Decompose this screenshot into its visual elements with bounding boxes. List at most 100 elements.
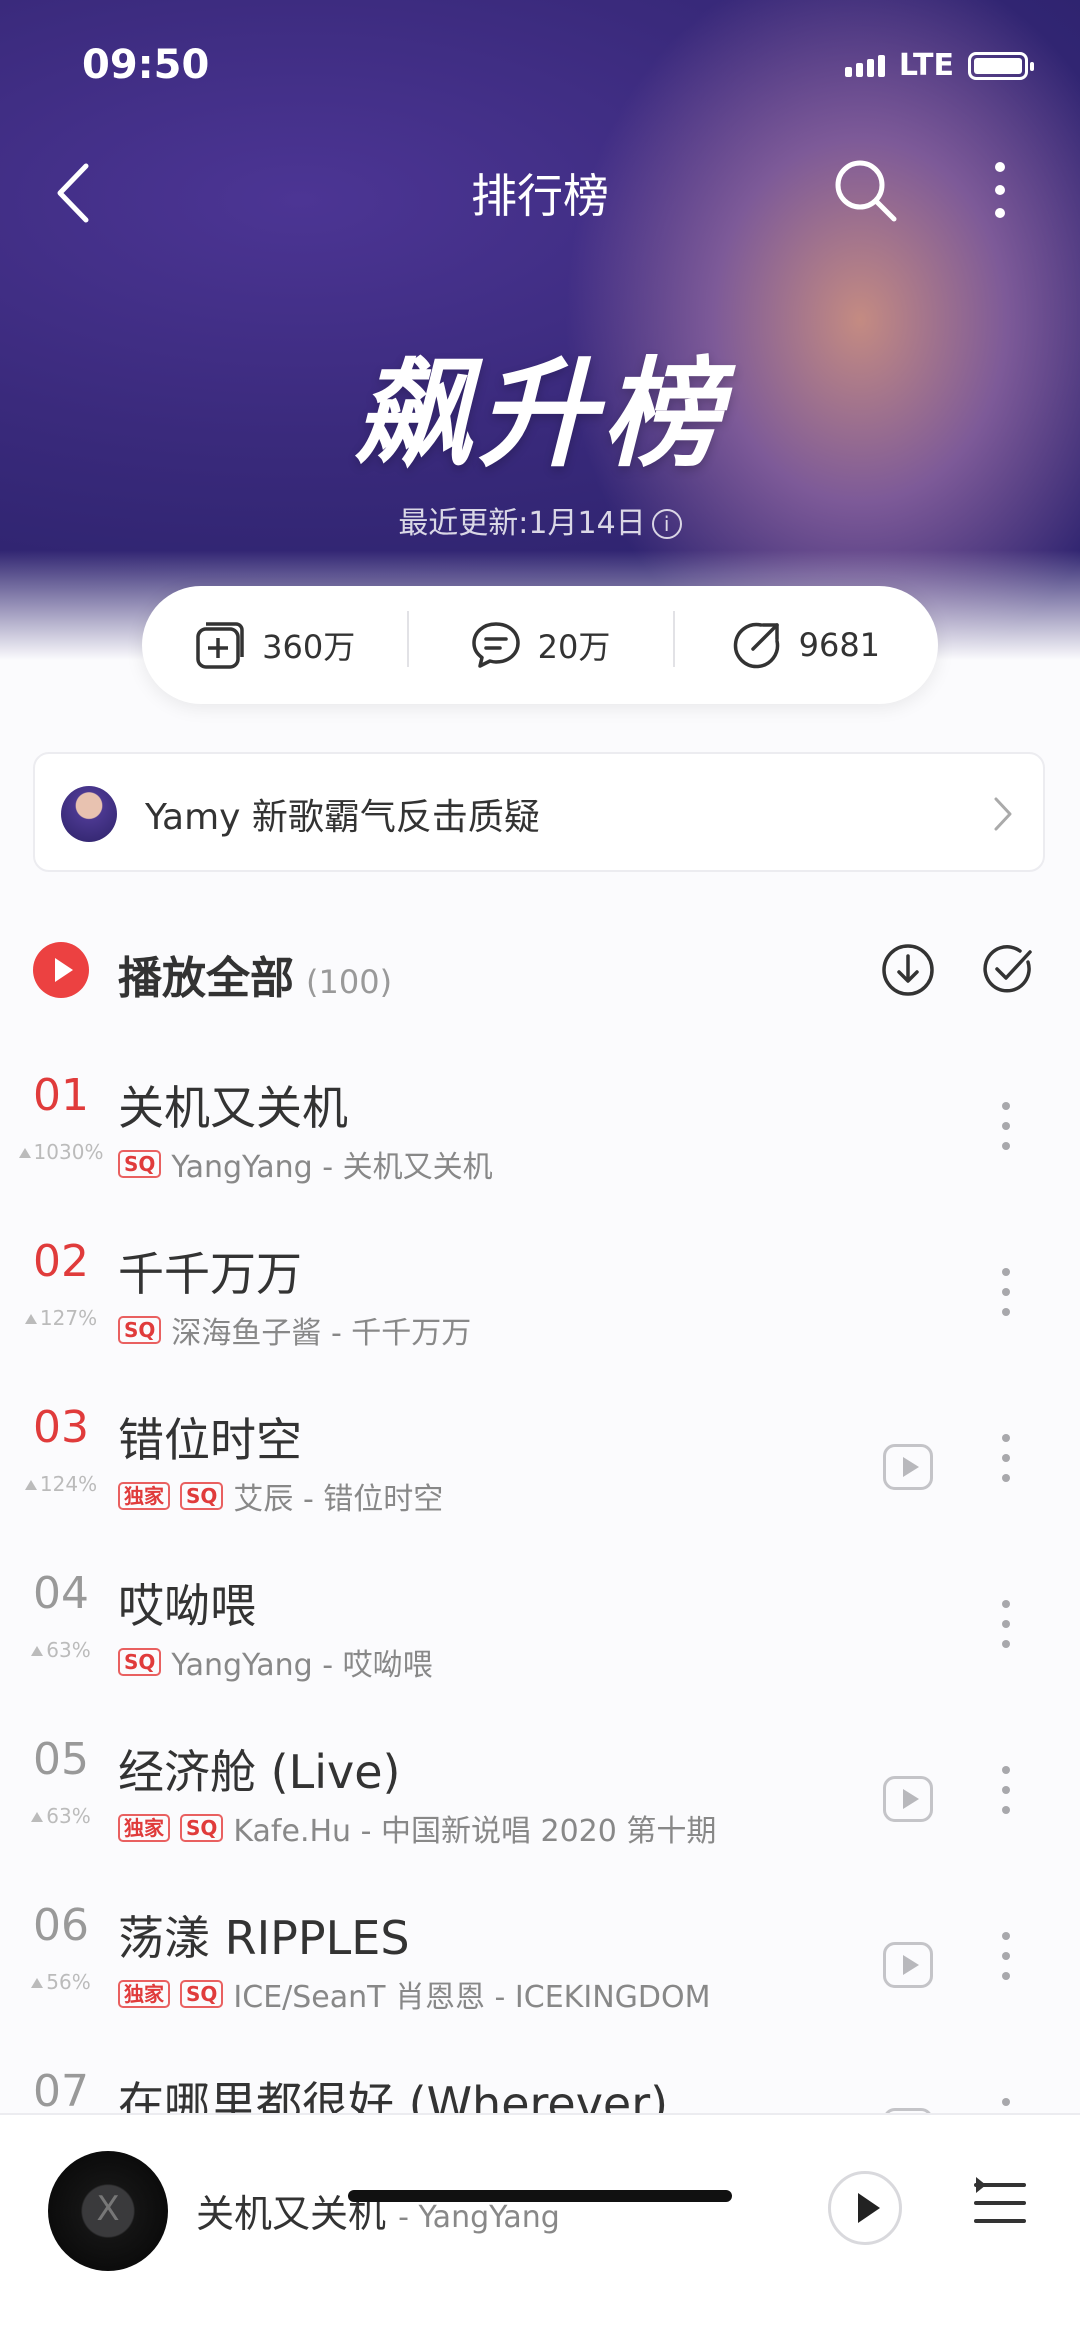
comments-button[interactable]: 20万	[407, 611, 672, 671]
play-all-icon[interactable]	[33, 942, 89, 998]
trend-up-icon	[24, 1314, 37, 1324]
mini-player[interactable]: 关机又关机 - YangYang	[0, 2113, 1080, 2339]
more-options-icon[interactable]	[980, 155, 1020, 225]
chevron-right-icon	[994, 797, 1012, 831]
trend-value: 56%	[46, 1970, 91, 1994]
song-trend: 56%	[0, 1970, 122, 1994]
playlist-icon[interactable]	[972, 2175, 1028, 2235]
now-playing-artist: YangYang	[418, 2200, 560, 2235]
song-artist-album: ICE/SeanT 肖恩恩 - ICEKINGDOM	[233, 1980, 711, 2015]
song-artist-album: 艾辰 - 错位时空	[233, 1482, 444, 1517]
network-label: LTE	[898, 48, 954, 83]
share-icon	[733, 622, 779, 669]
mini-play-button[interactable]	[828, 2171, 902, 2245]
song-artist-album: YangYang - 关机又关机	[171, 1150, 493, 1185]
song-trend: 127%	[0, 1306, 122, 1330]
sq-badge: SQ	[180, 1980, 224, 2008]
trend-value: 124%	[39, 1472, 98, 1496]
play-all-label[interactable]: 播放全部 (100)	[118, 942, 392, 1006]
song-title: 荡漾 RIPPLES	[118, 1911, 410, 1965]
song-subtitle: SQ YangYang - 关机又关机	[118, 1142, 493, 1186]
trend-value: 127%	[39, 1306, 98, 1330]
song-list: 01 1030% 关机又关机 SQ YangYang - 关机又关机 02 127…	[0, 1050, 1080, 2212]
trend-up-icon	[18, 1148, 31, 1158]
info-icon[interactable]: i	[651, 509, 682, 539]
play-all-count: (100)	[306, 963, 393, 1001]
song-rank: 03	[33, 1402, 89, 1453]
song-artist-album: Kafe.Hu - 中国新说唱 2020 第十期	[233, 1814, 717, 1849]
song-title: 关机又关机	[118, 1081, 348, 1135]
song-subtitle: 独家 SQ Kafe.Hu - 中国新说唱 2020 第十期	[118, 1806, 716, 1850]
promo-banner[interactable]: Yamy 新歌霸气反击质疑	[33, 752, 1045, 872]
song-subtitle: 独家 SQ ICE/SeanT 肖恩恩 - ICEKINGDOM	[118, 1972, 710, 2016]
signal-icon	[844, 54, 885, 77]
song-rank: 07	[33, 2066, 89, 2117]
more-icon[interactable]	[996, 1600, 1016, 1666]
subscribe-count: 360万	[262, 628, 356, 666]
trend-value: 1030%	[33, 1140, 104, 1164]
share-button[interactable]: 9681	[672, 611, 938, 671]
avatar	[61, 786, 117, 842]
status-time: 09:50	[82, 42, 210, 88]
add-collection-icon	[196, 622, 244, 669]
exclusive-badge: 独家	[118, 1482, 170, 1510]
song-rank: 01	[33, 1070, 89, 1121]
download-icon[interactable]	[880, 942, 936, 998]
song-row[interactable]: 03 124% 错位时空 独家 SQ 艾辰 - 错位时空	[0, 1382, 1080, 1548]
update-date: 最近更新:1月14日 i	[0, 498, 1080, 542]
banner-text: Yamy 新歌霸气反击质疑	[145, 797, 540, 838]
sq-badge: SQ	[118, 1150, 162, 1178]
exclusive-badge: 独家	[118, 1814, 170, 1842]
song-title: 千千万万	[118, 1247, 302, 1301]
play-all-row[interactable]: 播放全部 (100)	[0, 930, 1080, 1010]
search-icon[interactable]	[830, 155, 900, 225]
song-trend: 63%	[0, 1638, 122, 1662]
multi-select-icon[interactable]	[980, 942, 1036, 998]
song-rank: 04	[33, 1568, 89, 1619]
exclusive-badge: 独家	[118, 1980, 170, 2008]
status-bar: 09:50 LTE	[0, 40, 1080, 100]
mv-play-icon[interactable]	[883, 1942, 933, 1988]
song-artist-album: 深海鱼子酱 - 千千万万	[171, 1316, 472, 1351]
comment-icon	[471, 622, 520, 668]
trend-up-icon	[31, 1646, 44, 1656]
song-title: 经济舱 (Live)	[118, 1745, 401, 1799]
trend-up-icon	[31, 1812, 44, 1822]
subscribe-button[interactable]: 360万	[142, 619, 407, 671]
song-row[interactable]: 05 63% 经济舱 (Live) 独家 SQ Kafe.Hu - 中国新说唱 20…	[0, 1714, 1080, 1880]
song-rank: 06	[33, 1900, 89, 1951]
play-all-text: 播放全部	[118, 953, 294, 1004]
chart-logo: 飙升榜	[353, 345, 726, 483]
nav-bar: 排行榜	[0, 150, 1080, 230]
song-trend: 1030%	[0, 1140, 122, 1164]
mv-play-icon[interactable]	[883, 1776, 933, 1822]
more-icon[interactable]	[996, 1102, 1016, 1168]
song-subtitle: SQ YangYang - 哎呦喂	[118, 1640, 433, 1684]
song-row[interactable]: 06 56% 荡漾 RIPPLES 独家 SQ ICE/SeanT 肖恩恩 - IC…	[0, 1880, 1080, 2046]
song-row[interactable]: 04 63% 哎呦喂 SQ YangYang - 哎呦喂	[0, 1548, 1080, 1714]
song-artist-album: YangYang - 哎呦喂	[171, 1648, 433, 1683]
mv-play-icon[interactable]	[883, 1444, 933, 1490]
more-icon[interactable]	[996, 1766, 1016, 1832]
song-title: 哎呦喂	[118, 1579, 256, 1633]
home-indicator[interactable]	[348, 2190, 732, 2202]
song-trend: 124%	[0, 1472, 122, 1496]
song-rank: 02	[33, 1236, 89, 1287]
album-disc[interactable]	[48, 2151, 168, 2271]
sq-badge: SQ	[180, 1814, 224, 1842]
more-icon[interactable]	[996, 1268, 1016, 1334]
song-trend: 63%	[0, 1804, 122, 1828]
song-row[interactable]: 02 127% 千千万万 SQ 深海鱼子酱 - 千千万万	[0, 1216, 1080, 1382]
sq-badge: SQ	[118, 1316, 162, 1344]
more-icon[interactable]	[996, 1434, 1016, 1500]
share-count: 9681	[798, 626, 881, 664]
trend-value: 63%	[46, 1804, 91, 1828]
chart-header: 09:50 LTE 排行榜 飙升榜 最近更新:1月14日 i	[0, 0, 1080, 660]
sq-badge: SQ	[180, 1482, 224, 1510]
stats-bar: 360万 20万 9681	[142, 586, 938, 704]
trend-up-icon	[24, 1480, 37, 1490]
update-text: 最近更新:1月14日	[398, 506, 646, 541]
song-row[interactable]: 01 1030% 关机又关机 SQ YangYang - 关机又关机	[0, 1050, 1080, 1216]
trend-up-icon	[31, 1978, 44, 1988]
more-icon[interactable]	[996, 1932, 1016, 1998]
